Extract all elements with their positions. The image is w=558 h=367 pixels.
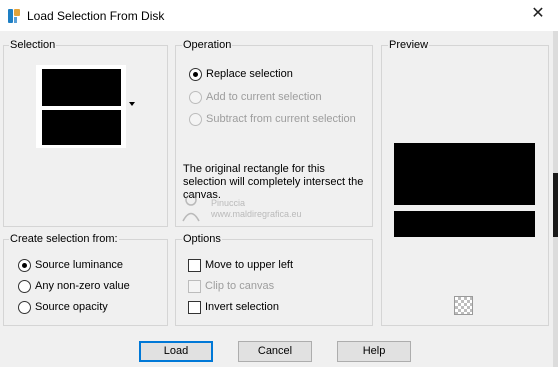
radio-label: Source opacity [35, 301, 108, 313]
watermark: Pinuccia www.maldiregrafica.eu [178, 192, 328, 228]
radio-label: Subtract from current selection [206, 113, 356, 125]
watermark-logo-icon [182, 194, 200, 222]
radio-label: Replace selection [206, 68, 293, 80]
preview-image-top [394, 143, 535, 205]
checkbox [188, 280, 201, 293]
radio-label: Add to current selection [206, 91, 322, 103]
invert-selection-checkbox[interactable]: Invert selection [188, 300, 308, 316]
radio-button[interactable] [189, 68, 202, 81]
any-nonzero-value-radio[interactable]: Any non-zero value [18, 279, 148, 295]
clip-to-canvas-checkbox: Clip to canvas [188, 279, 298, 295]
replace-selection-radio[interactable]: Replace selection [189, 67, 339, 83]
options-group-label: Options [182, 233, 222, 245]
load-button[interactable]: Load [139, 341, 213, 362]
cancel-button[interactable]: Cancel [238, 341, 312, 362]
operation-group-label: Operation [182, 39, 233, 51]
radio-button [189, 113, 202, 126]
preview-image-bottom [394, 211, 535, 237]
checkbox[interactable] [188, 301, 201, 314]
subtract-from-selection-radio: Subtract from current selection [189, 112, 369, 128]
checkbox-label: Clip to canvas [205, 280, 275, 292]
selection-thumbnail-icon[interactable] [36, 65, 126, 148]
checkerboard-icon[interactable] [454, 296, 473, 315]
radio-button[interactable] [18, 280, 31, 293]
checkbox-label: Move to upper left [205, 259, 294, 271]
window-title: Load Selection From Disk [27, 9, 165, 23]
add-to-selection-radio: Add to current selection [189, 90, 359, 106]
watermark-line2: www.maldiregrafica.eu [211, 209, 302, 219]
radio-button [189, 91, 202, 104]
source-luminance-radio[interactable]: Source luminance [18, 258, 138, 274]
radio-label: Any non-zero value [35, 280, 130, 292]
radio-label: Source luminance [35, 259, 124, 271]
chevron-down-icon[interactable] [129, 102, 135, 106]
title-bar: Load Selection From Disk ✕ [0, 0, 558, 31]
radio-button[interactable] [18, 301, 31, 314]
checkbox[interactable] [188, 259, 201, 272]
create-selection-group-label: Create selection from: [9, 233, 119, 245]
checkbox-label: Invert selection [205, 301, 279, 313]
watermark-line1: Pinuccia [211, 198, 246, 208]
background-strip [553, 31, 558, 367]
source-opacity-radio[interactable]: Source opacity [18, 300, 138, 316]
close-icon[interactable]: ✕ [528, 4, 548, 24]
radio-button[interactable] [18, 259, 31, 272]
selection-group-label: Selection [9, 39, 57, 51]
help-button[interactable]: Help [337, 341, 411, 362]
app-icon [8, 9, 20, 23]
move-to-upper-left-checkbox[interactable]: Move to upper left [188, 258, 318, 274]
preview-group-label: Preview [388, 39, 430, 51]
